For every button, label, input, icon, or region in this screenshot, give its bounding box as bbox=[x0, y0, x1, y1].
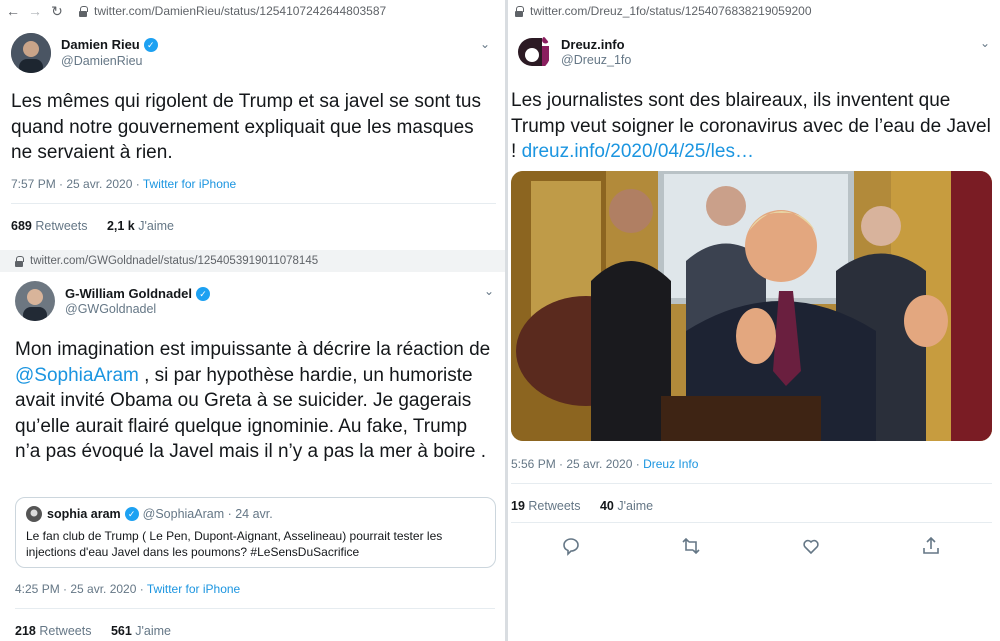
author-handle[interactable]: @DamienRieu bbox=[61, 54, 142, 68]
like-count[interactable]: 561 bbox=[111, 624, 132, 638]
tweet-panel-goldnadel: twitter.com/GWGoldnadel/status/125405391… bbox=[0, 250, 505, 641]
quoted-tweet[interactable]: sophia aram ✓ @SophiaAram · 24 avr. Le f… bbox=[15, 497, 496, 568]
tweet-meta: 5:56 PM · 25 avr. 2020 · Dreuz Info bbox=[511, 457, 698, 471]
chevron-down-icon[interactable]: ⌄ bbox=[480, 37, 490, 51]
chevron-down-icon[interactable]: ⌄ bbox=[484, 284, 494, 298]
like-button[interactable] bbox=[751, 536, 871, 561]
author-name[interactable]: G-William Goldnadel ✓ bbox=[65, 286, 211, 301]
tweet-source[interactable]: Twitter for iPhone bbox=[147, 582, 240, 596]
article-link[interactable]: dreuz.info/2020/04/25/les… bbox=[522, 141, 754, 162]
tweet-timestamp[interactable]: 7:57 PM · 25 avr. 2020 · bbox=[11, 177, 143, 191]
lock-icon bbox=[78, 5, 88, 17]
divider bbox=[15, 608, 495, 609]
like-count[interactable]: 40 bbox=[600, 499, 614, 513]
avatar-photo bbox=[15, 281, 55, 321]
like-label[interactable]: J'aime bbox=[135, 624, 171, 638]
share-icon bbox=[923, 536, 939, 554]
lock-icon bbox=[14, 255, 24, 267]
tweet-photo[interactable] bbox=[511, 171, 992, 441]
quoted-avatar bbox=[26, 506, 42, 522]
mention-link[interactable]: @SophiaAram bbox=[15, 365, 139, 386]
tweet-panel-damien: ← → ↻ twitter.com/DamienRieu/status/1254… bbox=[0, 0, 505, 250]
reload-icon[interactable]: ↻ bbox=[46, 3, 68, 20]
author-name-text: G-William Goldnadel bbox=[65, 286, 193, 301]
avatar[interactable] bbox=[11, 33, 51, 73]
tweet-text-part1: Mon imagination est impuissante à décrir… bbox=[15, 339, 491, 360]
divider bbox=[511, 483, 992, 484]
tweet-panel-dreuz: twitter.com/Dreuz_1fo/status/12540768382… bbox=[508, 0, 1000, 641]
divider bbox=[511, 522, 992, 523]
tweet-actions bbox=[511, 536, 991, 561]
tweet-text: Mon imagination est impuissante à décrir… bbox=[15, 337, 495, 465]
author-name-text: Damien Rieu bbox=[61, 37, 140, 52]
reply-button[interactable] bbox=[511, 536, 631, 561]
dreuz-logo-icon bbox=[518, 36, 549, 66]
browser-url-bar[interactable]: ← → ↻ twitter.com/DamienRieu/status/1254… bbox=[0, 0, 505, 22]
divider bbox=[11, 203, 496, 204]
quoted-handle-date: @SophiaAram · 24 avr. bbox=[142, 507, 273, 521]
url-text[interactable]: twitter.com/DamienRieu/status/1254107242… bbox=[94, 4, 386, 18]
retweet-label[interactable]: Retweets bbox=[35, 219, 87, 233]
like-label[interactable]: J'aime bbox=[617, 499, 653, 513]
url-text[interactable]: twitter.com/Dreuz_1fo/status/12540768382… bbox=[530, 4, 812, 18]
tweet-stats: 689 Retweets 2,1 k J'aime bbox=[11, 219, 174, 233]
chevron-down-icon[interactable]: ⌄ bbox=[980, 36, 990, 50]
retweet-count[interactable]: 19 bbox=[511, 499, 525, 513]
verified-badge-icon: ✓ bbox=[196, 286, 211, 301]
tweet-meta: 7:57 PM · 25 avr. 2020 · Twitter for iPh… bbox=[11, 177, 236, 191]
share-button[interactable] bbox=[871, 536, 991, 561]
tweet-timestamp[interactable]: 5:56 PM · 25 avr. 2020 · bbox=[511, 457, 643, 471]
quoted-tweet-header: sophia aram ✓ @SophiaAram · 24 avr. bbox=[26, 506, 485, 522]
reply-icon bbox=[563, 538, 579, 556]
browser-url-bar[interactable]: twitter.com/GWGoldnadel/status/125405391… bbox=[0, 250, 505, 272]
browser-url-bar[interactable]: twitter.com/Dreuz_1fo/status/12540768382… bbox=[508, 0, 1000, 22]
avatar-photo bbox=[11, 33, 51, 73]
verified-badge-icon: ✓ bbox=[124, 507, 139, 521]
retweet-count[interactable]: 218 bbox=[15, 624, 36, 638]
avatar[interactable] bbox=[511, 32, 551, 72]
press-conference-photo bbox=[511, 171, 992, 441]
retweet-label[interactable]: Retweets bbox=[528, 499, 580, 513]
quoted-author-name: sophia aram bbox=[47, 507, 121, 521]
tweet-text: Les journalistes sont des blaireaux, ils… bbox=[511, 88, 991, 165]
forward-arrow-icon[interactable]: → bbox=[24, 3, 46, 19]
url-text[interactable]: twitter.com/GWGoldnadel/status/125405391… bbox=[30, 255, 318, 267]
tweet-meta: 4:25 PM · 25 avr. 2020 · Twitter for iPh… bbox=[15, 582, 240, 596]
lock-icon bbox=[514, 5, 524, 17]
tweet-timestamp[interactable]: 4:25 PM · 25 avr. 2020 · bbox=[15, 582, 147, 596]
tweet-stats: 218 Retweets 561 J'aime bbox=[15, 624, 171, 638]
like-count[interactable]: 2,1 k bbox=[107, 219, 135, 233]
verified-badge-icon: ✓ bbox=[143, 37, 158, 52]
retweet-button[interactable] bbox=[631, 536, 751, 561]
author-name-text: Dreuz.info bbox=[561, 37, 625, 52]
tweet-source[interactable]: Twitter for iPhone bbox=[143, 177, 236, 191]
author-handle[interactable]: @Dreuz_1fo bbox=[561, 53, 631, 67]
tweet-text: Les mêmes qui rigolent de Trump et sa ja… bbox=[11, 91, 481, 163]
tweet-source[interactable]: Dreuz Info bbox=[643, 457, 698, 471]
author-name[interactable]: Dreuz.info bbox=[561, 37, 625, 52]
author-name[interactable]: Damien Rieu ✓ bbox=[61, 37, 158, 52]
tweet-stats: 19 Retweets 40 J'aime bbox=[511, 499, 653, 513]
retweet-label[interactable]: Retweets bbox=[39, 624, 91, 638]
like-label[interactable]: J'aime bbox=[138, 219, 174, 233]
avatar[interactable] bbox=[15, 281, 55, 321]
quoted-tweet-text: Le fan club de Trump ( Le Pen, Dupont-Ai… bbox=[26, 529, 443, 559]
like-icon bbox=[803, 539, 819, 555]
author-handle[interactable]: @GWGoldnadel bbox=[65, 302, 156, 316]
retweet-icon bbox=[682, 537, 700, 555]
back-arrow-icon[interactable]: ← bbox=[2, 3, 24, 19]
retweet-count[interactable]: 689 bbox=[11, 219, 32, 233]
